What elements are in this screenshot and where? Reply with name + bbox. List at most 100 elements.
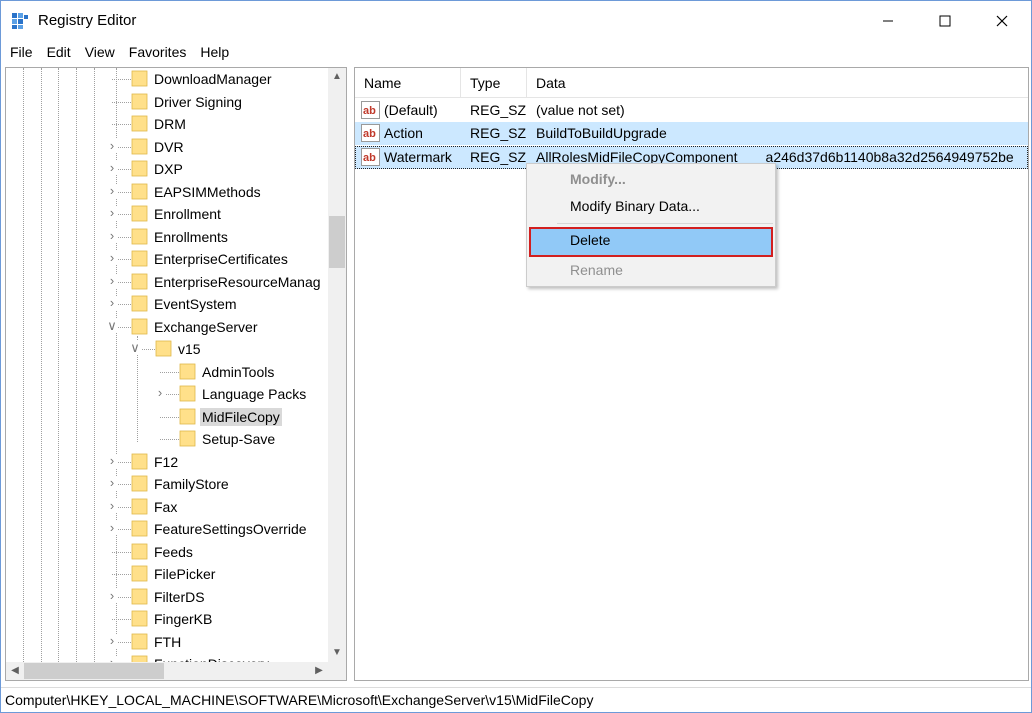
tree-item-functiondiscovery[interactable]: ›FunctionDiscovery xyxy=(6,653,328,662)
tree-item-setup-save[interactable]: Setup-Save xyxy=(6,428,328,450)
folder-icon xyxy=(131,475,148,492)
title-bar: Registry Editor xyxy=(1,1,1031,41)
tree-item-v15[interactable]: ∨ v15 xyxy=(6,338,328,360)
chevron-down-icon[interactable]: ∨ xyxy=(129,341,141,355)
minimize-icon xyxy=(882,20,893,22)
tree-item-label: FilterDS xyxy=(154,588,205,605)
maximize-button[interactable] xyxy=(916,1,973,41)
folder-icon xyxy=(131,588,148,604)
chevron-right-icon[interactable]: › xyxy=(106,273,118,288)
chevron-right-icon[interactable]: › xyxy=(106,453,118,468)
folder-icon xyxy=(179,363,196,379)
values-list[interactable]: Name Type Data ab (Default) REG_SZ (valu… xyxy=(354,67,1029,681)
menu-file[interactable]: File xyxy=(3,41,40,65)
tree-item-f12[interactable]: › F12 xyxy=(6,451,328,473)
chevron-right-icon[interactable]: › xyxy=(106,476,118,490)
folder-icon xyxy=(131,273,148,289)
menu-help[interactable]: Help xyxy=(193,41,236,65)
tree-item-fth[interactable]: › FTH xyxy=(6,631,328,653)
tree-item-driver-signing[interactable]: Driver Signing xyxy=(6,91,328,113)
tree-item-downloadmanager[interactable]: DownloadManager xyxy=(6,68,328,90)
menu-edit[interactable]: Edit xyxy=(40,41,78,65)
tree-item-label: FamilyStore xyxy=(154,476,229,492)
tree-item-dxp[interactable]: › DXP xyxy=(6,158,328,180)
tree-item-familystore[interactable]: › FamilyStore xyxy=(6,473,328,495)
scroll-up-icon[interactable]: ▲ xyxy=(328,68,346,86)
tree-item-label: Driver Signing xyxy=(154,93,242,110)
tree-item-feeds[interactable]: Feeds xyxy=(6,541,328,563)
chevron-right-icon[interactable]: › xyxy=(106,521,118,535)
tree-item-enrollment[interactable]: › Enrollment xyxy=(6,203,328,225)
tree-item-fingerkb[interactable]: FingerKB xyxy=(6,608,328,630)
chevron-down-icon[interactable]: ∨ xyxy=(106,318,118,333)
folder-icon xyxy=(131,633,148,649)
value-row-action[interactable]: ab Action REG_SZ BuildToBuildUpgrade xyxy=(355,122,1028,145)
menu-item-delete[interactable]: Delete xyxy=(529,227,773,257)
svg-text:ab: ab xyxy=(363,152,376,164)
tree-vertical-scroll-thumb[interactable] xyxy=(329,216,345,268)
minimize-button[interactable] xyxy=(859,1,916,41)
tree-horizontal-scrollbar[interactable]: ◀ ▶ xyxy=(6,662,328,680)
chevron-right-icon[interactable]: › xyxy=(106,206,118,220)
chevron-right-icon[interactable]: › xyxy=(106,228,118,243)
tree-vertical-scrollbar[interactable]: ▲ ▼ xyxy=(328,68,346,662)
menu-item-rename[interactable]: Rename xyxy=(529,257,773,283)
column-header-type[interactable]: Type xyxy=(461,68,527,98)
chevron-right-icon[interactable]: › xyxy=(106,138,118,153)
tree-item-label: EventSystem xyxy=(154,296,237,312)
registry-editor-window: Registry Editor File Edit View Favorites… xyxy=(0,0,1032,713)
tree-item-drm[interactable]: DRM xyxy=(6,113,328,135)
tree-item-featuresettingsoverride[interactable]: › FeatureSettingsOverride xyxy=(6,518,328,540)
scroll-left-icon[interactable]: ◀ xyxy=(6,662,24,680)
string-value-icon: ab xyxy=(361,124,380,142)
menu-view[interactable]: View xyxy=(78,41,122,65)
scroll-right-icon[interactable]: ▶ xyxy=(310,662,328,680)
chevron-right-icon[interactable]: › xyxy=(106,296,118,310)
tree-item-language-packs[interactable]: › Language Packs xyxy=(6,383,328,405)
tree-item-exchangeserver[interactable]: ∨ ExchangeServer xyxy=(6,316,328,338)
tree-item-label: Setup-Save xyxy=(202,431,276,447)
chevron-right-icon[interactable]: › xyxy=(106,588,118,603)
tree-item-filepicker[interactable]: FilePicker xyxy=(6,563,328,585)
chevron-right-icon[interactable]: › xyxy=(154,386,166,400)
svg-text:ab: ab xyxy=(363,105,376,117)
tree-item-midfilecopy[interactable]: MidFileCopy xyxy=(6,406,328,428)
chevron-right-icon[interactable]: › xyxy=(106,251,118,265)
tree-item-label: Fax xyxy=(154,498,178,515)
scroll-down-icon[interactable]: ▼ xyxy=(328,644,346,662)
chevron-right-icon[interactable]: › xyxy=(106,161,118,175)
tree-item-enterpriseresourcemanag[interactable]: › EnterpriseResourceManag xyxy=(6,271,328,293)
tree-connector xyxy=(160,439,179,440)
string-value-icon: ab xyxy=(361,148,380,166)
column-header-data[interactable]: Data xyxy=(527,68,1028,98)
tree-item-enrollments[interactable]: › Enrollments xyxy=(6,226,328,248)
menu-item-modify-binary-data[interactable]: Modify Binary Data... xyxy=(529,193,773,219)
close-button[interactable] xyxy=(973,1,1030,41)
tree-item-label: DXP xyxy=(154,161,183,177)
tree-item-filterds[interactable]: › FilterDS xyxy=(6,586,328,608)
tree-item-eapsimmethods[interactable]: › EAPSIMMethods xyxy=(6,181,328,203)
menu-item-modify[interactable]: Modify... xyxy=(529,166,773,192)
tree-connector xyxy=(112,79,131,80)
folder-icon xyxy=(131,655,148,662)
tree-item-label: DRM xyxy=(154,116,186,132)
tree-horizontal-scroll-thumb[interactable] xyxy=(24,663,164,679)
folder-icon xyxy=(131,520,148,537)
tree-item-label: F12 xyxy=(154,453,179,470)
tree-item-label: FunctionDiscovery xyxy=(152,655,271,662)
folder-icon xyxy=(155,340,172,357)
tree-item-fax[interactable]: › Fax xyxy=(6,496,328,518)
folder-icon xyxy=(131,205,148,222)
chevron-right-icon[interactable]: › xyxy=(106,633,118,648)
chevron-right-icon[interactable]: › xyxy=(106,183,118,198)
chevron-right-icon[interactable]: › xyxy=(106,498,118,513)
menu-favorites[interactable]: Favorites xyxy=(122,41,194,65)
tree-item-enterprisecertificates[interactable]: › EnterpriseCertificates xyxy=(6,248,328,270)
tree-item-admintools[interactable]: AdminTools xyxy=(6,361,328,383)
value-row-default[interactable]: ab (Default) REG_SZ (value not set) xyxy=(355,99,1028,122)
folder-icon xyxy=(131,543,148,559)
key-tree[interactable]: DownloadManager Driver Signing DRM › DVR › DXP… xyxy=(5,67,347,681)
tree-item-eventsystem[interactable]: › EventSystem xyxy=(6,293,328,315)
column-header-name[interactable]: Name xyxy=(355,68,461,98)
tree-item-dvr[interactable]: › DVR xyxy=(6,136,328,158)
